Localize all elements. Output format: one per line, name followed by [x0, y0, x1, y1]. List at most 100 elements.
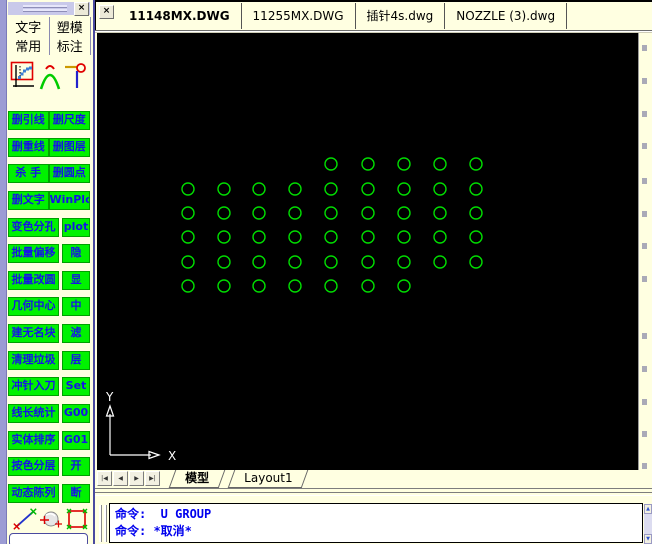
palette-button[interactable]: 按色分层	[8, 457, 59, 477]
palette-button[interactable]: 实体排序	[8, 430, 59, 450]
curve-fit-tool-button[interactable]	[10, 60, 36, 92]
drawing-circle	[361, 182, 375, 196]
drawing-circle	[469, 255, 483, 269]
select-box-tool-button[interactable]	[64, 503, 90, 535]
palette-button[interactable]: 删圆点	[48, 164, 90, 184]
drawing-circle	[252, 255, 266, 269]
palette-tab[interactable]: 常用	[8, 36, 50, 55]
palette-button[interactable]: 建无名块	[8, 324, 59, 344]
sheet-nav-button[interactable]: |◀	[97, 471, 112, 486]
palette-button[interactable]: Set	[62, 377, 90, 397]
palette-drag-grip[interactable]	[23, 5, 67, 13]
palette-tab[interactable]: 标注	[50, 36, 91, 55]
drawing-circle	[252, 230, 266, 244]
select-box-icon	[66, 508, 88, 530]
scroll-down-button[interactable]: ▼	[644, 534, 652, 544]
drawing-canvas[interactable]: Y X	[97, 33, 638, 470]
palette-button-row: 批量改圆显	[8, 270, 90, 290]
drawing-circle	[181, 182, 195, 196]
palette-button[interactable]: 显	[62, 270, 90, 290]
drawing-circle	[288, 206, 302, 220]
document-tab-bar: × 11148MX.DWG 11255MX.DWG 插针4s.dwg NOZZLE (…	[95, 0, 652, 30]
palette-button[interactable]: 杀 手	[8, 164, 49, 184]
drawing-circle	[252, 206, 266, 220]
palette-button[interactable]: 批量改圆	[8, 270, 59, 290]
doc-tab[interactable]: 11148MX.DWG	[118, 3, 242, 29]
sheet-nav-button[interactable]: ▶|	[145, 471, 160, 486]
right-toolbar-strip	[638, 33, 652, 470]
drawing-circle	[324, 230, 338, 244]
arch-icon	[39, 65, 60, 90]
toolbar-strip-mark	[642, 366, 647, 372]
drawing-circle	[397, 230, 411, 244]
palette-button[interactable]: 删引线	[8, 111, 49, 130]
doc-tab[interactable]: 11255MX.DWG	[242, 3, 356, 29]
palette-button[interactable]: 批量偏移	[8, 244, 59, 264]
palette-close-button[interactable]: ×	[74, 2, 89, 16]
palette-button[interactable]: 线长统计	[8, 404, 59, 424]
drawing-circle	[288, 230, 302, 244]
palette-button[interactable]: 滤	[62, 324, 90, 344]
palette-button[interactable]: G01	[62, 430, 90, 450]
palette-button[interactable]: 变色分孔	[8, 217, 59, 237]
palette-button[interactable]: 删重线	[8, 137, 49, 157]
palette-button-row: 线长统计 G00	[8, 404, 90, 424]
drawing-circle	[469, 230, 483, 244]
drawing-circle	[324, 206, 338, 220]
drawing-circle	[324, 255, 338, 269]
sphere-tool-button[interactable]	[38, 503, 64, 535]
arch-tool-button[interactable]	[37, 60, 63, 92]
scroll-up-button[interactable]: ▲	[644, 504, 652, 514]
drawing-circle	[217, 182, 231, 196]
drawing-circle	[324, 279, 338, 293]
drawing-circle	[397, 255, 411, 269]
sheet-tab-label: Layout1	[244, 471, 293, 485]
drawing-circle	[361, 255, 375, 269]
palette-button[interactable]: WinPlot	[48, 190, 90, 210]
palette-button[interactable]: 冲针入刀	[8, 377, 59, 397]
measure-line-tool-button[interactable]	[12, 503, 38, 535]
sheet-tab[interactable]: Layout1	[227, 470, 309, 488]
palette-button-row: 变色分孔 plot	[8, 217, 90, 237]
sheet-tab[interactable]: 模型	[168, 470, 226, 488]
palette-button[interactable]: 层	[62, 350, 90, 370]
command-separator	[95, 489, 652, 503]
drawing-circle	[469, 157, 483, 171]
palette-tabs: 文字 塑模 常用 标注	[8, 17, 91, 55]
drawing-circle	[433, 157, 447, 171]
palette-button[interactable]: 开	[62, 457, 90, 477]
document-close-button[interactable]: ×	[99, 5, 114, 19]
command-line: 命令: U GROUP	[115, 507, 212, 521]
palette-button[interactable]: 中	[62, 297, 90, 317]
toolbar-strip-mark	[642, 211, 647, 217]
palette-button[interactable]: 清理垃圾	[8, 350, 59, 370]
palette-button[interactable]: 断	[62, 483, 90, 503]
palette-tab[interactable]: 文字	[8, 17, 50, 36]
palette-button[interactable]: 隐	[62, 244, 90, 264]
drawing-circle	[252, 279, 266, 293]
command-window: 命令: U GROUP 命令: *取消* ▲ ▼	[95, 503, 652, 544]
palette-button[interactable]: 动态陈列	[8, 483, 59, 503]
palette-button[interactable]: 删文字	[8, 190, 49, 210]
palette-quick-input[interactable]	[9, 533, 88, 544]
command-drag-grip[interactable]	[99, 505, 107, 542]
curve-fit-icon	[10, 61, 34, 87]
toolbar-strip-mark	[642, 143, 647, 149]
palette-button-grid: 删引线删尺度删重线删图层杀 手删圆点删文字WinPlot变色分孔plot批量偏移…	[8, 111, 90, 503]
palette-button[interactable]: 几何中心	[8, 297, 59, 317]
command-scrollbar[interactable]: ▲ ▼	[644, 504, 652, 544]
palette-button[interactable]: plot	[62, 217, 90, 237]
palette-button[interactable]: 删尺度	[48, 111, 90, 130]
command-line: 命令: *取消*	[115, 524, 192, 538]
command-history[interactable]: 命令: U GROUP 命令: *取消*	[109, 503, 643, 543]
toolbar-strip-mark	[642, 243, 647, 249]
sheet-nav-button[interactable]: ◀	[113, 471, 128, 486]
palette-titlebar[interactable]: ×	[8, 2, 90, 16]
doc-tab[interactable]: 插针4s.dwg	[356, 3, 446, 29]
palette-tab[interactable]: 塑模	[50, 17, 91, 36]
sheet-nav-button[interactable]: ▶	[129, 471, 144, 486]
pin-tool-button[interactable]	[63, 60, 89, 92]
palette-button[interactable]: G00	[62, 404, 90, 424]
palette-button[interactable]: 删图层	[48, 137, 90, 157]
doc-tab[interactable]: NOZZLE (3).dwg	[445, 3, 568, 29]
